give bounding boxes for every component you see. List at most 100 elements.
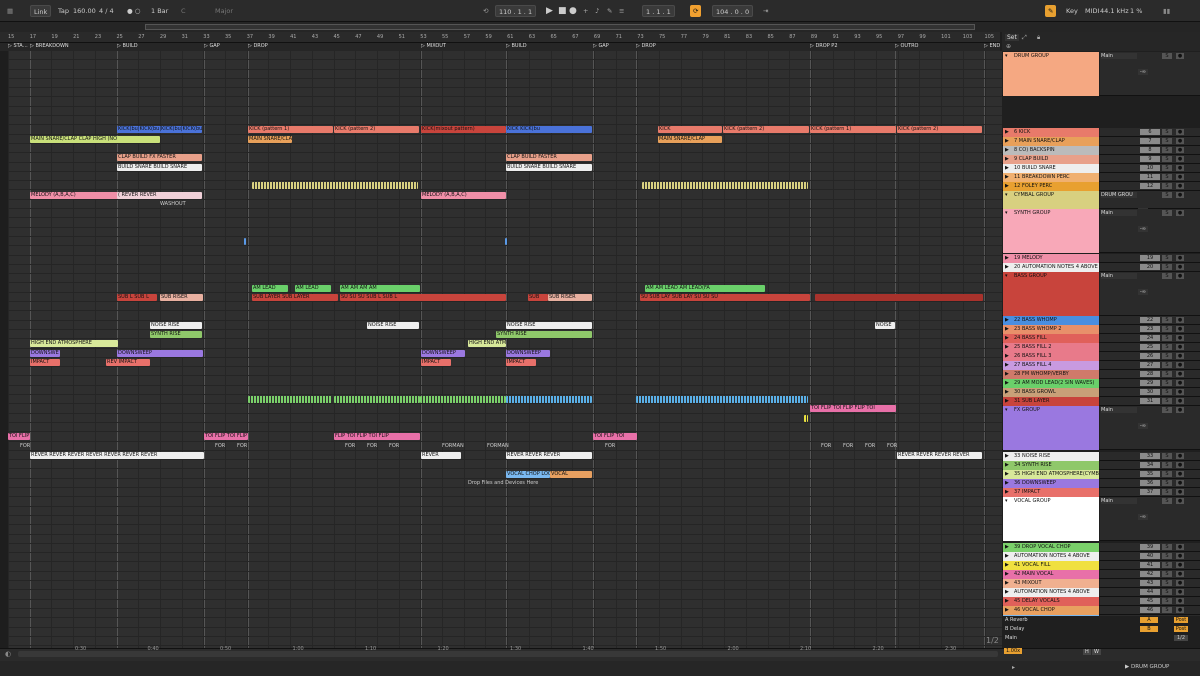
track-activator[interactable]: 23 — [1140, 326, 1160, 332]
track-activator[interactable]: 40 — [1140, 553, 1160, 559]
arm-icon[interactable]: ● — [1176, 326, 1184, 332]
solo-button[interactable]: S — [1162, 183, 1172, 189]
return-activator[interactable]: B — [1140, 626, 1158, 632]
track-activator[interactable]: 19 — [1140, 255, 1160, 261]
track-name[interactable]: CYMBAL GROUP — [1003, 191, 1099, 209]
locator-marker[interactable]: ▷ DROP P2 — [810, 43, 838, 49]
solo-button[interactable]: S — [1162, 498, 1172, 504]
track-play-icon[interactable]: ▶ — [1005, 317, 1009, 323]
track-activator[interactable]: 46 — [1140, 607, 1160, 613]
volume-field[interactable]: -∞ — [1138, 514, 1148, 520]
clip[interactable]: MAIN SNARE/CLAP — [248, 135, 292, 143]
solo-button[interactable]: S — [1162, 589, 1172, 595]
clip[interactable]: TOI FLIP TOI FLIP — [204, 433, 248, 441]
track-header[interactable]: FX GROUP ▾ Main -∞ S ● — [1002, 406, 1200, 450]
solo-button[interactable]: S — [1162, 480, 1172, 486]
track-header[interactable]: 45 DELAY VOCALS ▶ 45 S ● — [1002, 597, 1200, 606]
track-name[interactable]: 6 KICK — [1003, 128, 1099, 137]
track-play-icon[interactable]: ▶ — [1005, 389, 1009, 395]
loop-length-field[interactable]: 104 . 0 . 0 — [712, 5, 754, 17]
track-header[interactable]: 30 BASS GROWL ▶ 30 S ● — [1002, 388, 1200, 397]
clip[interactable] — [334, 396, 420, 404]
track-play-icon[interactable]: ▶ — [1005, 362, 1009, 368]
track-header[interactable]: 36 DOWNSWEEP ▶ 36 S ● — [1002, 479, 1200, 488]
pencil-icon[interactable]: ✎ — [1045, 5, 1057, 17]
solo-button[interactable]: S — [1162, 571, 1172, 577]
track-name[interactable]: 22 BASS WHOMP — [1003, 316, 1099, 325]
track-header[interactable]: 27 BASS FILL 4 ▶ 27 S ● — [1002, 361, 1200, 370]
track-header[interactable]: 8 CO) BACKSPIN ▶ 8 S ● — [1002, 146, 1200, 155]
track-name[interactable]: 45 DELAY VOCALS — [1003, 597, 1099, 606]
clip[interactable]: REVER REVER REVER REVER REVER REVER REVE… — [30, 451, 204, 459]
solo-button[interactable]: S — [1162, 453, 1172, 459]
solo-button[interactable]: S — [1162, 598, 1172, 604]
arm-icon[interactable]: ● — [1176, 210, 1184, 216]
clip[interactable]: DOWNSWEEP — [421, 349, 465, 357]
track-activator[interactable]: 33 — [1140, 453, 1160, 459]
arm-icon[interactable]: ● — [1176, 498, 1184, 504]
track-name[interactable]: 37 IMPACT — [1003, 488, 1099, 497]
arrangement-lane[interactable] — [8, 274, 1002, 284]
clip[interactable]: KICK — [658, 126, 722, 134]
clip[interactable]: SU SU SU SUB L SUB L — [340, 293, 506, 301]
arrangement-lane[interactable] — [8, 98, 1002, 107]
clip[interactable]: AM AM LEAD AM LEAD(FA — [645, 284, 765, 292]
track-activator[interactable]: 29 — [1140, 380, 1160, 386]
track-name[interactable]: 46 VOCAL CHOP — [1003, 606, 1099, 615]
arrangement-lane[interactable] — [8, 377, 1002, 386]
track-header[interactable]: 20 AUTOMATION NOTES 4 ABOVE ▶ 20 S ● — [1002, 263, 1200, 272]
track-name[interactable]: 30 BASS GROWL — [1003, 388, 1099, 397]
arm-icon[interactable]: ● — [1176, 580, 1184, 586]
track-activator[interactable]: 30 — [1140, 389, 1160, 395]
output-routing[interactable]: Main — [1101, 273, 1137, 279]
track-header[interactable]: 34 SYNTH RISE ▶ 34 S ● — [1002, 461, 1200, 470]
solo-button[interactable]: S — [1162, 210, 1172, 216]
track-play-icon[interactable]: ▶ — [1005, 453, 1009, 459]
track-header[interactable]: 26 BASS FILL 3 ▶ 26 S ● — [1002, 352, 1200, 361]
clip[interactable]: KICK(bu|KICK(bu|KICK(bu|KICK(bu — [117, 126, 202, 134]
automation-arm-icon[interactable]: ♪ — [592, 5, 602, 17]
clip[interactable] — [642, 182, 808, 190]
clip[interactable]: KICK KICK(bu — [506, 126, 592, 134]
arrangement-lane[interactable] — [8, 488, 1002, 498]
return-track[interactable]: A Reverb A Post — [1002, 616, 1200, 625]
clip[interactable]: VOCAL — [550, 470, 592, 478]
arm-icon[interactable]: ● — [1176, 389, 1184, 395]
clip[interactable]: KICK (pattern 2) — [897, 126, 982, 134]
arrangement-lane[interactable] — [8, 628, 1002, 637]
arm-icon[interactable]: ● — [1176, 174, 1184, 180]
track-header[interactable]: 31 SUB LAYER ▶ 31 S ● — [1002, 397, 1200, 406]
track-activator[interactable]: 27 — [1140, 362, 1160, 368]
arm-icon[interactable]: ● — [1176, 317, 1184, 323]
track-activator[interactable]: 24 — [1140, 335, 1160, 341]
arrangement-lane[interactable] — [8, 470, 1002, 479]
arm-icon[interactable]: ● — [1176, 562, 1184, 568]
track-header[interactable]: 29 AM MOD LEAD(2 SIN WAVES) ▶ 29 S ● — [1002, 379, 1200, 388]
track-name[interactable]: 29 AM MOD LEAD(2 SIN WAVES) — [1003, 379, 1099, 388]
beat-time-ruler[interactable]: 15 17 19 21 23 25 27 29 31 33 35 37 39 41 43 45 47 49 51 53… — [0, 32, 1000, 43]
group-fold-icon[interactable]: ▾ — [1005, 53, 1008, 59]
clip[interactable] — [506, 396, 592, 404]
locator-marker[interactable]: ▷ DROP — [636, 43, 656, 49]
arrangement-lane[interactable] — [8, 51, 1002, 61]
track-play-icon[interactable]: ▶ — [1005, 489, 1009, 495]
w-button[interactable]: W — [1092, 649, 1101, 655]
arm-icon[interactable]: ● — [1176, 53, 1184, 59]
arm-icon[interactable]: ● — [1176, 380, 1184, 386]
clip[interactable]: MELODY (A,B,A,C) — [421, 191, 506, 199]
clip[interactable]: MELODY (A,B,A,C) — [30, 191, 118, 199]
track-play-icon[interactable]: ▶ — [1005, 580, 1009, 586]
track-play-icon[interactable]: ▶ — [1005, 138, 1009, 144]
track-name[interactable]: 43 MIXOUT — [1003, 579, 1099, 588]
locator-marker[interactable]: ▷ BREAKDOWN — [30, 43, 69, 49]
track-activator[interactable]: 6 — [1140, 129, 1160, 135]
track-header[interactable]: 42 MAIN VOCAL ▶ 42 S ● — [1002, 570, 1200, 579]
track-header[interactable]: 24 BASS FILL ▶ 24 S ● — [1002, 334, 1200, 343]
clip[interactable]: MAIN SNARE/CLAP CLAP HIGH (NO — [30, 135, 160, 143]
arrangement-lane[interactable] — [8, 302, 1002, 312]
arm-icon[interactable]: ● — [1176, 273, 1184, 279]
locator-marker[interactable]: ▷ OUTRO — [895, 43, 919, 49]
track-activator[interactable]: 22 — [1140, 317, 1160, 323]
track-activator[interactable]: 20 — [1140, 264, 1160, 270]
track-name[interactable]: 8 CO) BACKSPIN — [1003, 146, 1099, 155]
